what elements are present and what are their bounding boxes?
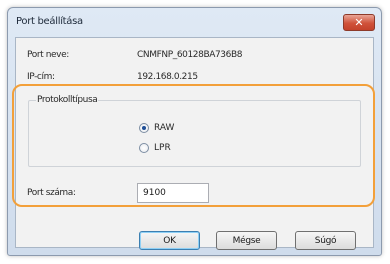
port-name-label: Port neve: bbox=[27, 50, 69, 60]
protocol-type-group: Protokolltípusa RAW LPR bbox=[28, 95, 361, 167]
title-bar[interactable]: Port beállítása ✕ bbox=[8, 8, 381, 36]
port-settings-dialog: Port beállítása ✕ Port neve: CNMFNP_6012… bbox=[7, 7, 382, 256]
raw-radio-button[interactable] bbox=[139, 123, 149, 133]
ok-button[interactable]: OK bbox=[139, 231, 200, 250]
lpr-radio-button[interactable] bbox=[139, 143, 149, 153]
dialog-title: Port beállítása bbox=[16, 16, 83, 27]
dialog-body: Port neve: CNMFNP_60128BA736B8 IP-cím: 1… bbox=[15, 37, 374, 250]
cancel-button[interactable]: Mégse bbox=[216, 231, 277, 250]
port-number-input[interactable]: 9100 bbox=[137, 183, 209, 203]
port-number-label: Port száma: bbox=[27, 188, 76, 198]
close-button[interactable]: ✕ bbox=[343, 14, 375, 31]
close-icon: ✕ bbox=[354, 16, 364, 29]
protocol-type-label: Protokolltípusa bbox=[36, 95, 99, 105]
radio-option-raw[interactable]: RAW bbox=[139, 123, 174, 133]
port-name-value: CNMFNP_60128BA736B8 bbox=[137, 50, 243, 60]
lpr-radio-label[interactable]: LPR bbox=[154, 143, 171, 153]
ip-address-label: IP-cím: bbox=[27, 72, 55, 82]
radio-option-lpr[interactable]: LPR bbox=[139, 143, 171, 153]
ip-address-value: 192.168.0.215 bbox=[137, 72, 198, 82]
help-button[interactable]: Súgó bbox=[295, 231, 356, 250]
raw-radio-label[interactable]: RAW bbox=[154, 123, 174, 133]
